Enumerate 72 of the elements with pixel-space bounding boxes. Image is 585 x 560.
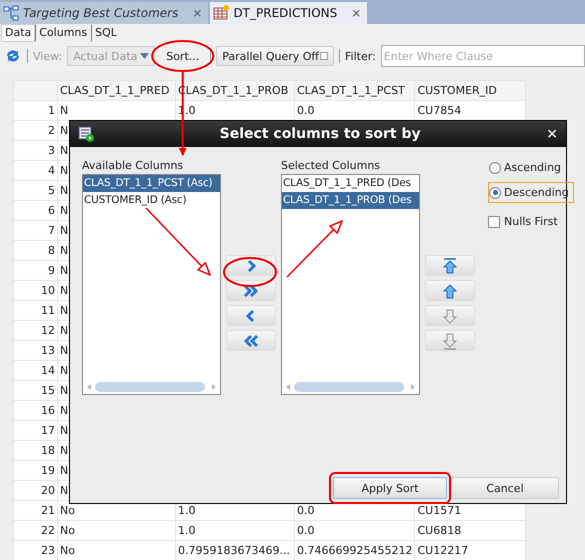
table-icon bbox=[213, 5, 230, 21]
caret-icon bbox=[140, 53, 150, 59]
row-number: 16 bbox=[14, 400, 58, 420]
filter-label: Filter: bbox=[345, 50, 376, 62]
row-number: 12 bbox=[14, 320, 58, 340]
editor-tab[interactable]: Targeting Best Customers × bbox=[0, 2, 208, 24]
parallel-query-button[interactable]: Parallel Query Off bbox=[216, 46, 334, 66]
pointer-arrow bbox=[286, 220, 343, 278]
column-list[interactable]: CLAS_DT_1_1_PCST (Asc) CUSTOMER_ID (Asc) bbox=[82, 174, 221, 395]
move-bottom-icon bbox=[441, 332, 459, 350]
move-button[interactable] bbox=[226, 330, 276, 351]
table-cell: 0.746669925455212 bbox=[294, 540, 415, 560]
row-number: 8 bbox=[14, 240, 58, 260]
dialog-title: Select columns to sort by bbox=[218, 126, 422, 142]
row-number: 2 bbox=[14, 120, 58, 140]
column-header[interactable]: CUSTOMER_ID bbox=[414, 80, 526, 100]
nulls-first-checkbox[interactable]: Nulls First bbox=[488, 215, 574, 228]
row-number: 10 bbox=[14, 280, 58, 300]
table-cell: 0.7959183673469... bbox=[176, 540, 294, 560]
close-button[interactable]: × bbox=[351, 6, 362, 20]
table-cell: 0.0 bbox=[294, 520, 415, 540]
sort-button[interactable]: Sort... bbox=[160, 46, 206, 66]
row-number: 21 bbox=[14, 500, 58, 520]
radio-option[interactable]: Ascending bbox=[488, 157, 566, 178]
row-number: 4 bbox=[14, 160, 58, 180]
table-cell: CU6818 bbox=[414, 520, 526, 540]
row-number: 5 bbox=[14, 180, 58, 200]
row-number: 18 bbox=[14, 440, 58, 460]
table-cell: 1.0 bbox=[176, 520, 294, 540]
sort-dialog-icon bbox=[78, 126, 94, 142]
highlight-circle bbox=[151, 40, 214, 72]
filter-field[interactable]: Enter Where Clause bbox=[380, 45, 585, 67]
row-number: 20 bbox=[14, 480, 58, 500]
column-header[interactable]: CLAS_DT_1_1_PRED bbox=[58, 80, 176, 100]
highlight-circle bbox=[223, 257, 277, 287]
row-number: 14 bbox=[14, 360, 58, 380]
close-button[interactable]: × bbox=[192, 6, 202, 20]
row-number: 6 bbox=[14, 200, 58, 220]
dialog-button[interactable]: Cancel bbox=[451, 477, 559, 499]
arrow-up-icon bbox=[441, 282, 459, 300]
close-button[interactable]: × bbox=[546, 126, 558, 142]
row-number: 1 bbox=[14, 100, 58, 120]
move-button[interactable] bbox=[226, 280, 276, 301]
row-number: 11 bbox=[14, 300, 58, 320]
move-button[interactable] bbox=[226, 305, 276, 326]
row-number: 23 bbox=[14, 540, 58, 560]
column-header[interactable]: CLAS_DT_1_1_PCST bbox=[294, 80, 415, 100]
workflow-icon bbox=[3, 5, 19, 21]
order-button[interactable] bbox=[425, 255, 475, 276]
table-cell: No bbox=[58, 520, 176, 540]
pointer-arrow bbox=[145, 207, 211, 276]
tab[interactable]: Data bbox=[1, 24, 36, 42]
row-number: 19 bbox=[14, 460, 58, 480]
row-number: 13 bbox=[14, 340, 58, 360]
editor-tab[interactable]: DT_PREDICTIONS × bbox=[210, 2, 368, 24]
column-list[interactable]: CLAS_DT_1_1_PRED (Des CLAS_DT_1_1_PROB (Des bbox=[281, 174, 420, 395]
row-number: 9 bbox=[14, 260, 58, 280]
view-label: View: bbox=[33, 50, 62, 62]
dialog-button[interactable]: Apply Sort bbox=[333, 477, 447, 499]
row-number: 17 bbox=[14, 420, 58, 440]
row-number: 3 bbox=[14, 140, 58, 160]
list-label: Selected Columns bbox=[281, 159, 382, 172]
list-item[interactable]: CLAS_DT_1_1_PROB (Des bbox=[282, 192, 419, 209]
order-button[interactable] bbox=[425, 280, 475, 301]
move-top-icon bbox=[441, 256, 459, 274]
row-number: 7 bbox=[14, 220, 58, 240]
arrow-down-icon bbox=[441, 306, 459, 324]
row-number: 15 bbox=[14, 380, 58, 400]
list-item[interactable]: CLAS_DT_1_1_PCST (Asc) bbox=[83, 175, 220, 192]
list-item[interactable]: CLAS_DT_1_1_PRED (Des bbox=[282, 175, 419, 192]
row-number: 22 bbox=[14, 520, 58, 540]
checkbox-icon bbox=[320, 52, 328, 60]
